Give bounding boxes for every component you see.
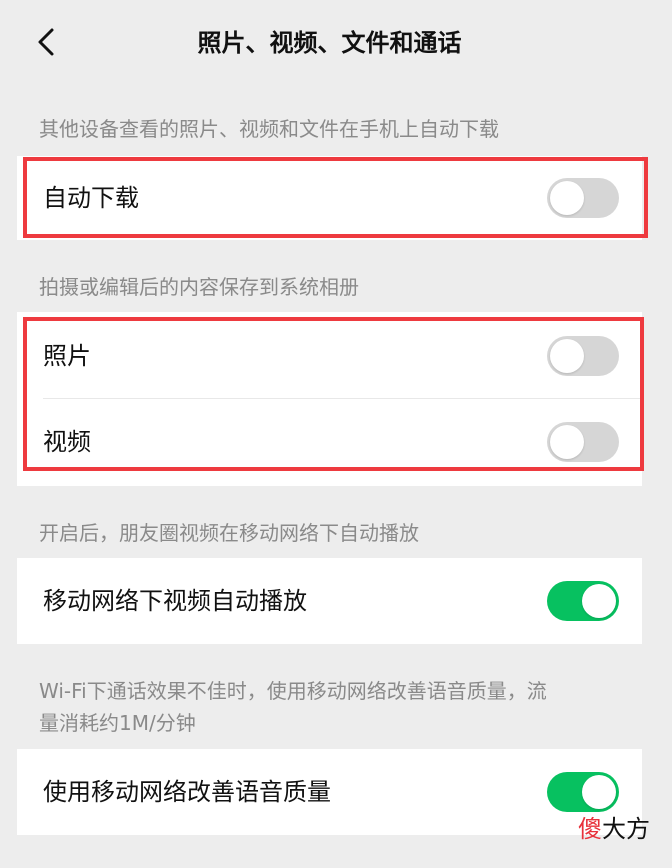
toggle-knob [582,775,616,809]
voice-quality-row[interactable]: 使用移动网络改善语音质量 [17,749,642,835]
auto-download-label: 自动下载 [43,184,139,212]
auto-download-row[interactable]: 自动下载 [17,156,642,240]
mobile-autoplay-card: 移动网络下视频自动播放 [17,558,642,644]
voice-quality-toggle[interactable] [547,772,619,812]
voice-quality-card: 使用移动网络改善语音质量 [17,749,642,835]
settings-content: 照片、视频、文件和通话 其他设备查看的照片、视频和文件在手机上自动下载 自动下载… [17,0,642,868]
mobile-autoplay-label: 移动网络下视频自动播放 [43,587,307,615]
video-toggle[interactable] [547,422,619,462]
voice-quality-label: 使用移动网络改善语音质量 [43,778,331,806]
watermark: 傻大方 [578,812,650,846]
mobile-autoplay-description: 开启后，朋友圈视频在移动网络下自动播放 [39,521,419,545]
photo-row[interactable]: 照片 [17,312,642,398]
voice-quality-description-line2: 量消耗约1M/分钟 [39,711,196,735]
toggle-knob [550,181,584,215]
toggle-knob [582,584,616,618]
toggle-knob [550,339,584,373]
page-title: 照片、视频、文件和通话 [197,29,462,57]
video-row[interactable]: 视频 [17,399,642,486]
photo-label: 照片 [43,342,91,370]
save-to-album-description: 拍摄或编辑后的内容保存到系统相册 [39,275,359,299]
photo-toggle[interactable] [547,336,619,376]
top-bar: 照片、视频、文件和通话 [17,0,642,82]
toggle-knob [550,425,584,459]
mobile-autoplay-toggle[interactable] [547,581,619,621]
video-label: 视频 [43,428,91,456]
watermark-rest: 大方 [602,815,650,843]
auto-download-toggle[interactable] [547,178,619,218]
mobile-autoplay-row[interactable]: 移动网络下视频自动播放 [17,558,642,644]
settings-page: 照片、视频、文件和通话 其他设备查看的照片、视频和文件在手机上自动下载 自动下载… [0,0,672,868]
voice-quality-description-line1: Wi-Fi下通话效果不佳时，使用移动网络改善语音质量，流 [39,679,547,703]
watermark-accent: 傻 [578,815,602,843]
auto-download-description: 其他设备查看的照片、视频和文件在手机上自动下载 [39,117,499,141]
auto-download-card: 自动下载 [17,156,642,240]
save-to-album-card: 照片 视频 [17,312,642,486]
